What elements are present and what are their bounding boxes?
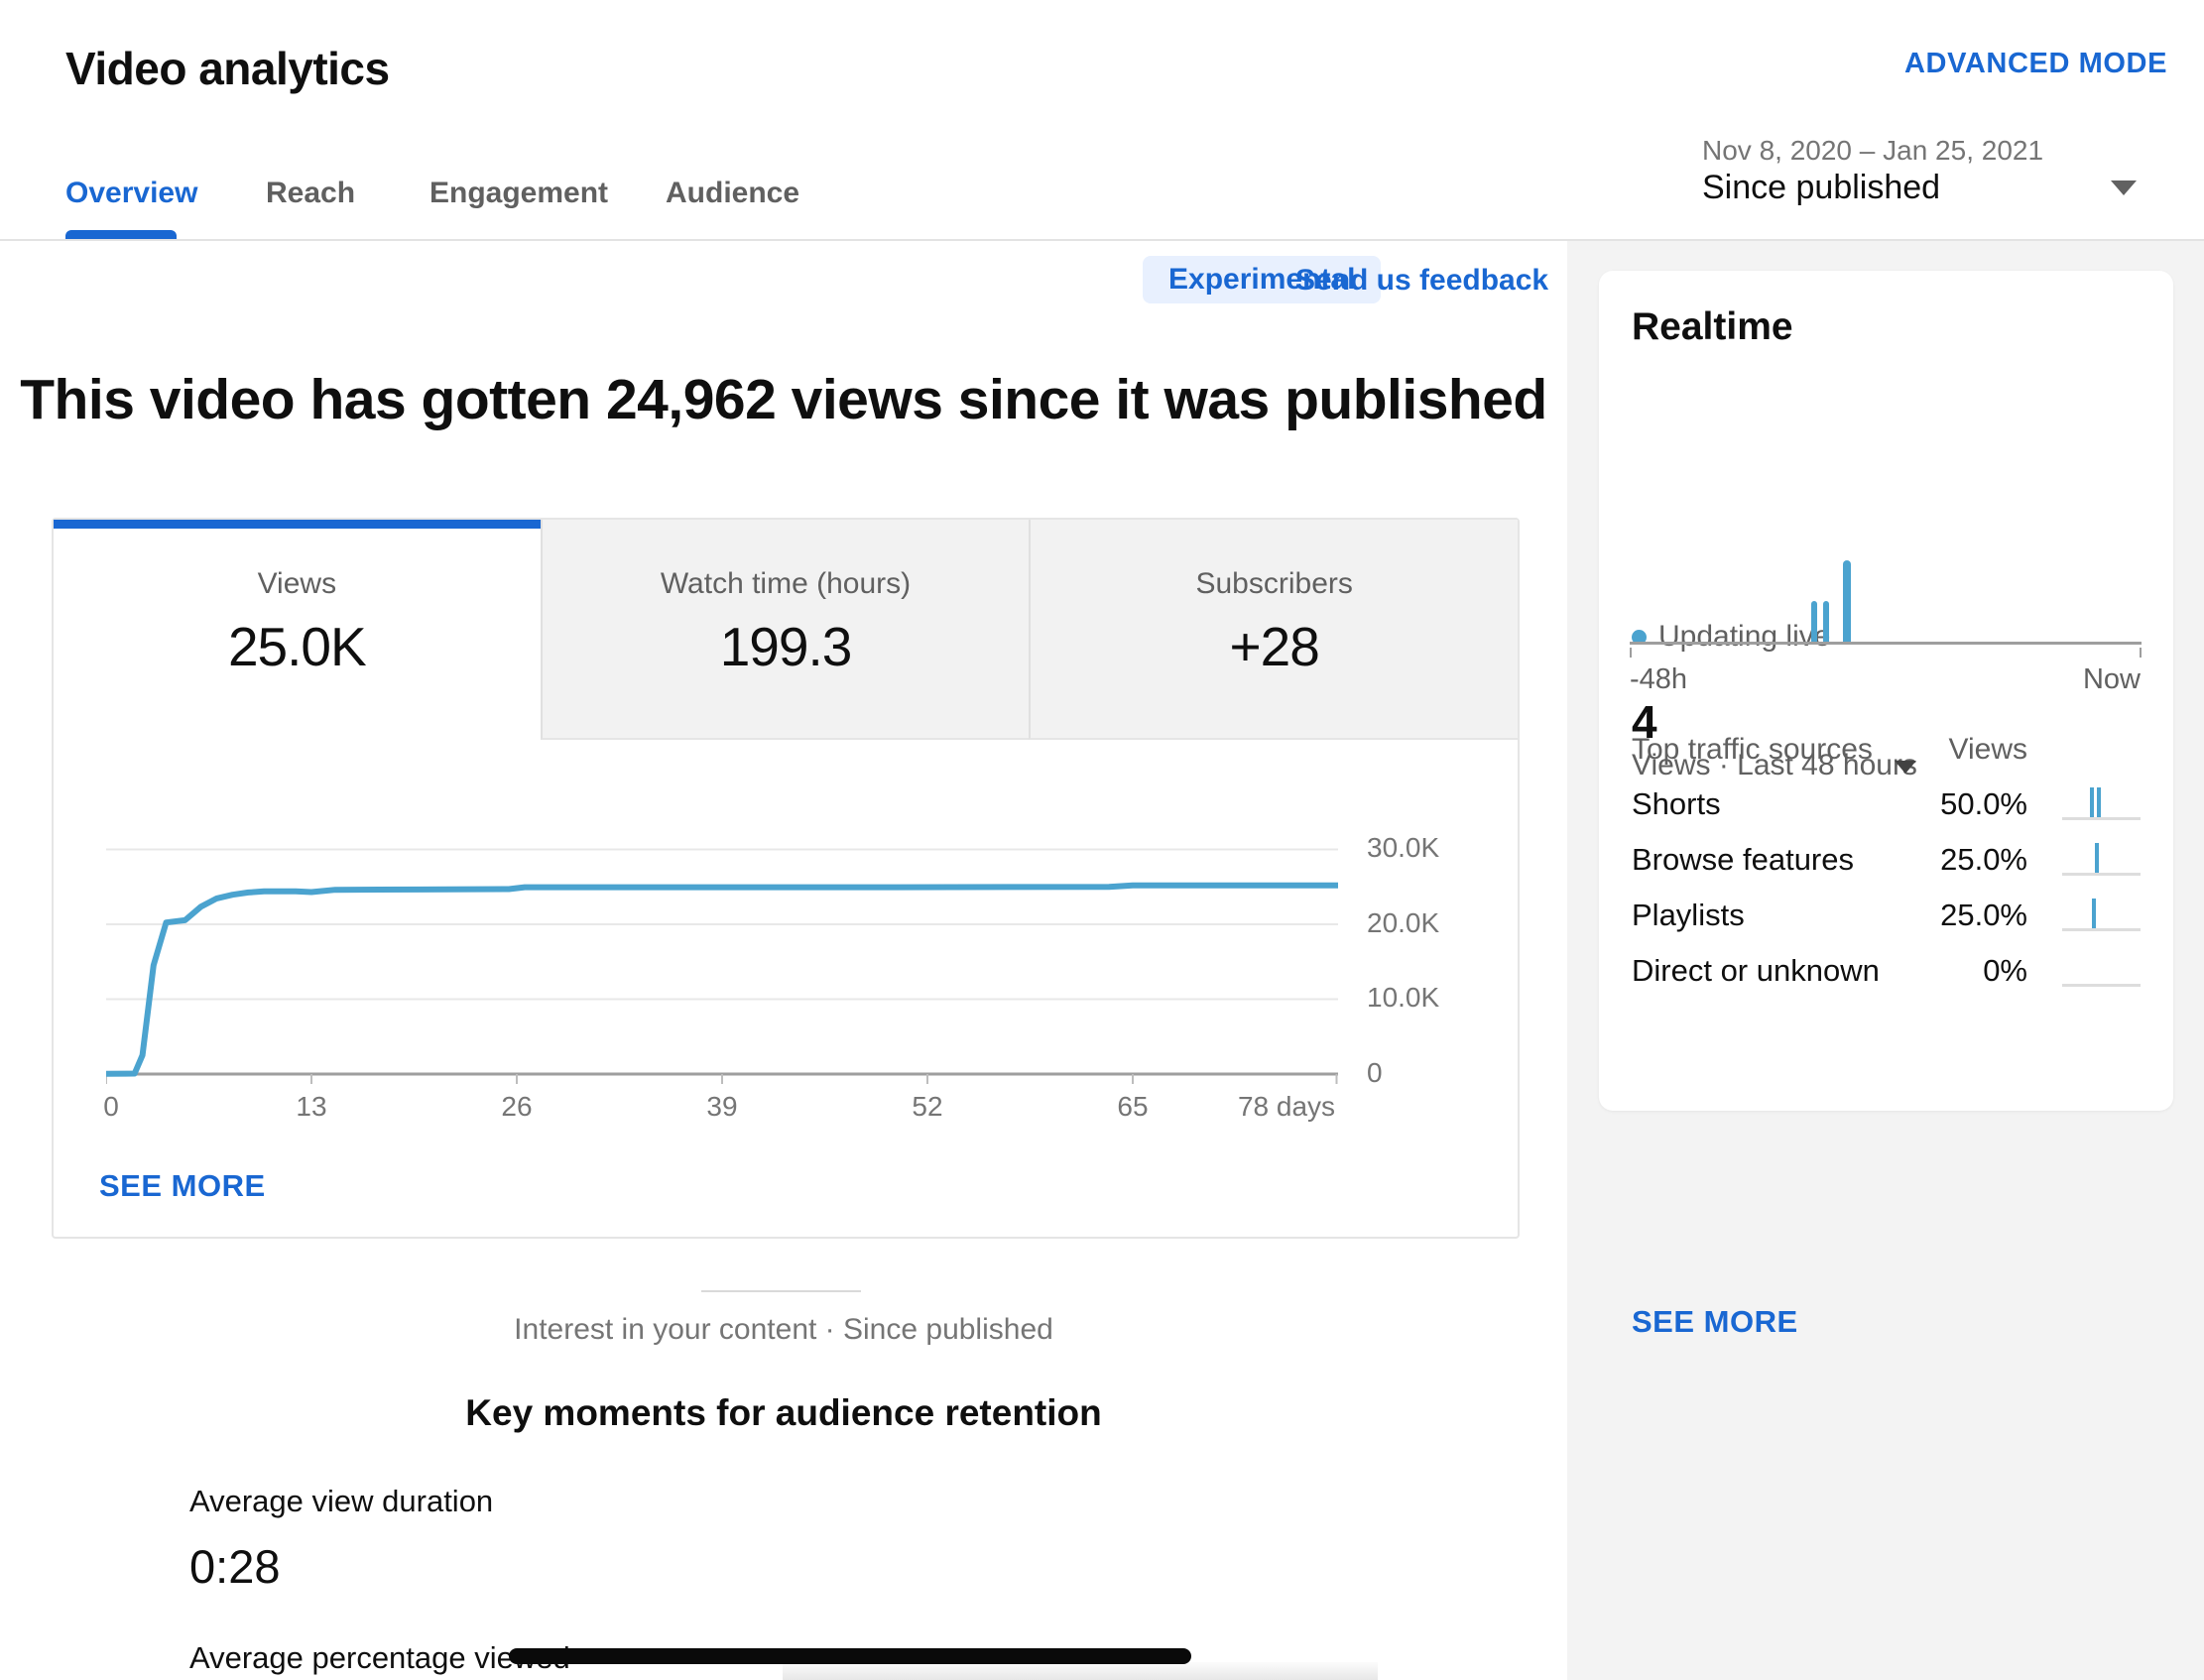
y-axis-label: 20.0K bbox=[1367, 907, 1439, 939]
metric-label: Watch time (hours) bbox=[543, 567, 1030, 601]
avg-view-duration-label: Average view duration bbox=[189, 1484, 493, 1519]
page-title: Video analytics bbox=[65, 42, 390, 95]
x-axis-label: 13 bbox=[296, 1091, 326, 1123]
traffic-source-label: Playlists bbox=[1632, 898, 1745, 933]
x-axis-label: 52 bbox=[912, 1091, 942, 1123]
traffic-sparkline bbox=[2062, 836, 2141, 876]
sparkline-tick bbox=[2095, 843, 2099, 873]
sparkline-tick bbox=[2090, 787, 2094, 817]
date-preset-selector[interactable]: Since published bbox=[1702, 169, 1940, 207]
realtime-bar bbox=[1811, 601, 1817, 642]
sparkline-tick bbox=[2092, 899, 2096, 928]
metric-tab-watch-time[interactable]: Watch time (hours) 199.3 bbox=[541, 520, 1030, 740]
tab-reach[interactable]: Reach bbox=[266, 177, 355, 210]
sparkline-tick bbox=[2097, 787, 2101, 817]
traffic-views-header: Views bbox=[1948, 733, 2027, 767]
realtime-bar bbox=[1843, 560, 1851, 642]
chevron-down-icon[interactable] bbox=[1895, 761, 1916, 774]
traffic-source-label: Shorts bbox=[1632, 786, 1721, 822]
x-axis-label: 78 days bbox=[1238, 1091, 1335, 1123]
analytics-headline: This video has gotten 24,962 views since… bbox=[0, 367, 1567, 432]
traffic-source-value: 0% bbox=[1928, 953, 2027, 989]
traffic-sparkline bbox=[2062, 780, 2141, 820]
y-axis-label: 30.0K bbox=[1367, 832, 1439, 864]
metric-value: 199.3 bbox=[543, 615, 1030, 678]
section-divider bbox=[701, 1290, 861, 1292]
y-axis-label: 10.0K bbox=[1367, 982, 1439, 1014]
x-axis-label: 65 bbox=[1117, 1091, 1148, 1123]
views-line-series bbox=[106, 886, 1338, 1074]
x-axis-label: 39 bbox=[706, 1091, 737, 1123]
metric-tab-views[interactable]: Views 25.0K bbox=[54, 520, 541, 740]
metric-value: +28 bbox=[1031, 615, 1518, 678]
axis-tick bbox=[1630, 648, 1632, 658]
metric-label: Views bbox=[54, 567, 541, 601]
context-caption: Interest in your content · Since publish… bbox=[0, 1313, 1567, 1347]
realtime-bar-chart bbox=[1630, 560, 2142, 645]
traffic-source-value: 50.0% bbox=[1928, 786, 2027, 822]
views-line-chart bbox=[106, 848, 1338, 1086]
send-feedback-link[interactable]: Send us feedback bbox=[1295, 264, 1548, 298]
key-moments-title: Key moments for audience retention bbox=[0, 1392, 1567, 1434]
tab-engagement[interactable]: Engagement bbox=[429, 177, 608, 210]
overview-metrics-card: Views 25.0K Watch time (hours) 199.3 Sub… bbox=[52, 518, 1520, 1239]
realtime-bar bbox=[1823, 601, 1829, 642]
date-range-text: Nov 8, 2020 – Jan 25, 2021 bbox=[1702, 135, 2043, 167]
traffic-source-value: 25.0% bbox=[1928, 842, 2027, 878]
traffic-sources-header: Top traffic sources bbox=[1632, 733, 1873, 767]
right-sidebar: Realtime Updating live 4 Views · Last 48… bbox=[1567, 241, 2204, 1680]
realtime-axis-end-label: Now bbox=[2083, 663, 2141, 696]
see-more-link[interactable]: SEE MORE bbox=[99, 1168, 266, 1204]
traffic-source-label: Browse features bbox=[1632, 842, 1854, 878]
traffic-source-value: 25.0% bbox=[1928, 898, 2027, 933]
redacted-value-bar bbox=[509, 1648, 1191, 1664]
realtime-axis-start-label: -48h bbox=[1630, 663, 1687, 696]
tab-overview[interactable]: Overview bbox=[65, 177, 197, 210]
advanced-mode-link[interactable]: ADVANCED MODE bbox=[1904, 48, 2167, 80]
tab-audience[interactable]: Audience bbox=[666, 177, 799, 210]
metric-label: Subscribers bbox=[1031, 567, 1518, 601]
cutoff-element bbox=[783, 1662, 1378, 1680]
axis-tick bbox=[2140, 648, 2142, 658]
realtime-card: Realtime Updating live 4 Views · Last 48… bbox=[1599, 271, 2173, 1111]
avg-view-duration-value: 0:28 bbox=[189, 1539, 280, 1594]
realtime-title: Realtime bbox=[1632, 305, 1793, 349]
chevron-down-icon[interactable] bbox=[2111, 180, 2137, 195]
traffic-sparkline bbox=[2062, 947, 2141, 987]
x-axis-label: 0 bbox=[103, 1091, 119, 1123]
metric-tab-subscribers[interactable]: Subscribers +28 bbox=[1029, 520, 1518, 740]
x-axis-label: 26 bbox=[501, 1091, 532, 1123]
realtime-see-more-link[interactable]: SEE MORE bbox=[1632, 1304, 1798, 1340]
y-axis-label: 0 bbox=[1367, 1057, 1383, 1089]
metric-tab-bar: Views 25.0K Watch time (hours) 199.3 Sub… bbox=[54, 520, 1518, 740]
traffic-source-label: Direct or unknown bbox=[1632, 953, 1880, 989]
traffic-sparkline bbox=[2062, 892, 2141, 931]
metric-value: 25.0K bbox=[54, 615, 541, 678]
